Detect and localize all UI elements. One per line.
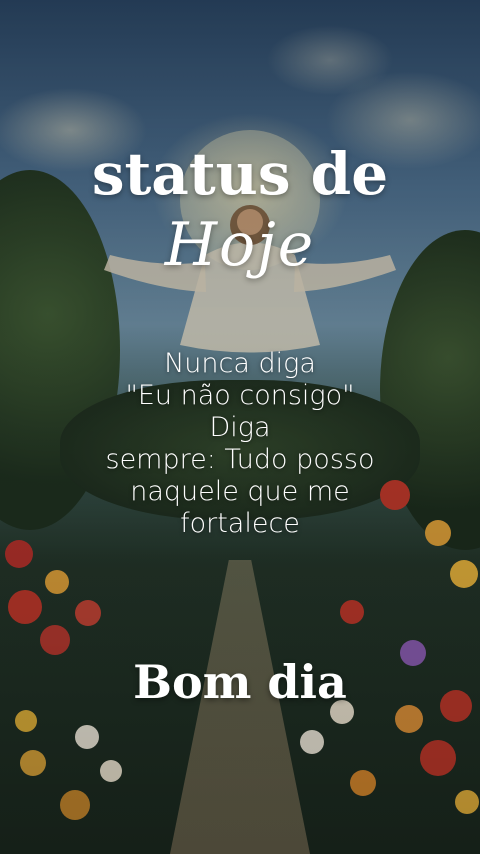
title: status de	[91, 140, 389, 208]
quote-message: Nunca diga "Eu não consigo" Diga sempre:…	[60, 348, 420, 540]
subtitle-script: Hoje	[164, 210, 316, 280]
quote-line: "Eu não consigo"	[125, 380, 355, 411]
quote-line: sempre: Tudo posso	[105, 444, 375, 475]
quote-line: Diga	[209, 412, 271, 443]
greeting: Bom dia	[133, 655, 347, 709]
quote-line: naquele que me	[130, 476, 350, 507]
quote-line: fortalece	[180, 508, 300, 539]
quote-line: Nunca diga	[164, 348, 316, 379]
